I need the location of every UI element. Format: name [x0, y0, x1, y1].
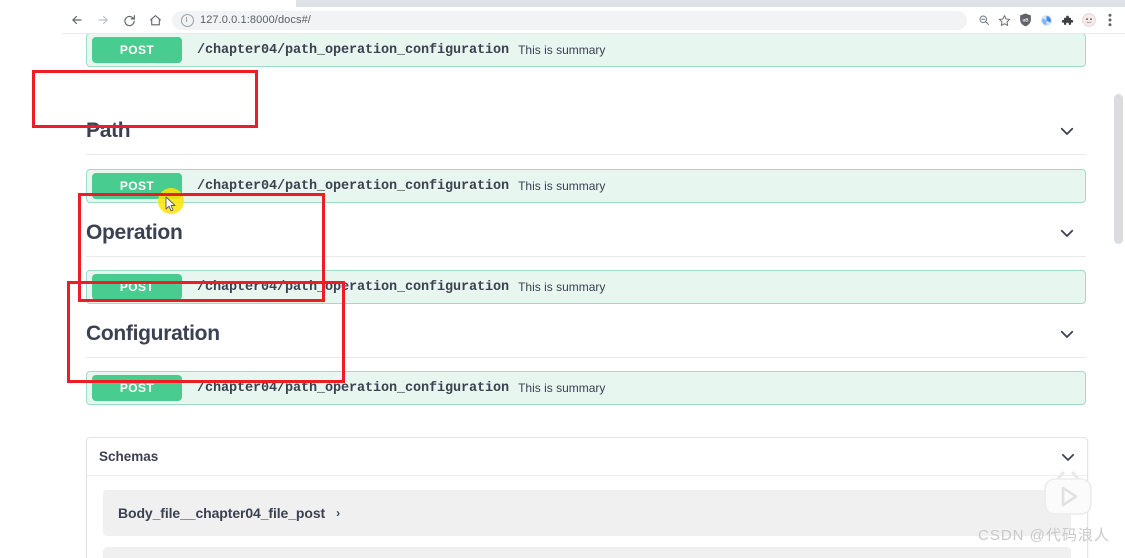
tag-title: Configuration [86, 321, 220, 345]
screenshot-root: FastAPI - Swagger UI × + 127.0.0.1:8000/… [0, 0, 1125, 558]
tab-strip: FastAPI - Swagger UI × + [62, 0, 1125, 7]
operation-row[interactable]: POST /chapter04/path_operation_configura… [86, 270, 1086, 304]
schema-name: Body_file__chapter04_file_post [118, 505, 326, 521]
watermark-text: CSDN @代码浪人 [978, 527, 1110, 544]
schemas-title: Schemas [99, 449, 159, 464]
back-button[interactable] [66, 9, 88, 31]
tag-title: Operation [86, 220, 183, 244]
tv-play-icon [1040, 470, 1096, 522]
sync-circle-icon[interactable] [1036, 10, 1057, 31]
reload-button[interactable] [118, 9, 140, 31]
extensions-puzzle-icon[interactable] [1057, 10, 1078, 31]
schema-list-item[interactable] [103, 547, 1071, 558]
chevron-down-icon[interactable] [1059, 448, 1077, 466]
operation-summary: This is summary [518, 381, 606, 395]
schemas-body: Body_file__chapter04_file_post › [87, 476, 1087, 558]
home-button[interactable] [144, 9, 166, 31]
browser-tab[interactable]: FastAPI - Swagger UI × [62, 0, 296, 7]
browser-window: FastAPI - Swagger UI × + 127.0.0.1:8000/… [62, 0, 1125, 558]
profile-avatar-icon[interactable] [1078, 10, 1099, 31]
site-info-icon[interactable] [181, 13, 194, 27]
chevron-down-icon[interactable] [1058, 224, 1076, 242]
operation-path: /chapter04/path_operation_configuration [197, 178, 510, 194]
method-badge: POST [92, 375, 182, 401]
vertical-scrollbar[interactable] [1111, 34, 1125, 558]
operation-summary: This is summary [518, 179, 606, 193]
schemas-panel: Schemas Body_file__chapter04_file_post › [86, 437, 1088, 558]
bookmark-star-icon[interactable] [994, 10, 1015, 31]
kebab-menu-icon[interactable] [1099, 10, 1120, 31]
chevron-down-icon[interactable] [1058, 122, 1076, 140]
schema-list-item[interactable]: Body_file__chapter04_file_post › [103, 490, 1071, 536]
tag-section-header-path[interactable]: Path [86, 107, 1086, 155]
operation-row[interactable]: POST /chapter04/path_operation_configura… [86, 34, 1086, 67]
tag-section-header-operation[interactable]: Operation [86, 209, 1086, 257]
operation-row[interactable]: POST /chapter04/path_operation_configura… [86, 371, 1086, 405]
browser-toolbar: 127.0.0.1:8000/docs#/ uB [62, 7, 1125, 34]
tag-title: Path [86, 118, 131, 142]
operation-path: /chapter04/path_operation_configuration [197, 380, 510, 396]
schemas-header[interactable]: Schemas [87, 438, 1087, 476]
page-viewport: POST /chapter04/path_operation_configura… [62, 34, 1125, 558]
operation-row[interactable]: POST /chapter04/path_operation_configura… [86, 169, 1086, 203]
address-bar-url: 127.0.0.1:8000/docs#/ [200, 14, 311, 26]
operation-path: /chapter04/path_operation_configuration [197, 42, 510, 58]
swagger-ui-page: POST /chapter04/path_operation_configura… [62, 34, 1111, 558]
scrollbar-thumb[interactable] [1114, 94, 1123, 244]
address-bar[interactable]: 127.0.0.1:8000/docs#/ [172, 10, 967, 30]
operation-summary: This is summary [518, 43, 606, 57]
tag-section-header-configuration[interactable]: Configuration [86, 310, 1086, 358]
zoom-search-icon[interactable] [973, 10, 994, 31]
forward-button[interactable] [92, 9, 114, 31]
toolbar-icon-group: uB [973, 10, 1125, 31]
shield-ublock-icon[interactable]: uB [1015, 10, 1036, 31]
svg-text:uB: uB [1022, 17, 1029, 22]
mouse-pointer-icon [165, 196, 177, 212]
chevron-right-icon[interactable]: › [336, 506, 340, 520]
operation-summary: This is summary [518, 280, 606, 294]
new-tab-button[interactable]: + [305, 0, 321, 4]
method-badge: POST [92, 37, 182, 63]
chevron-down-icon[interactable] [1058, 325, 1076, 343]
method-badge: POST [92, 274, 182, 300]
operation-path: /chapter04/path_operation_configuration [197, 279, 510, 295]
